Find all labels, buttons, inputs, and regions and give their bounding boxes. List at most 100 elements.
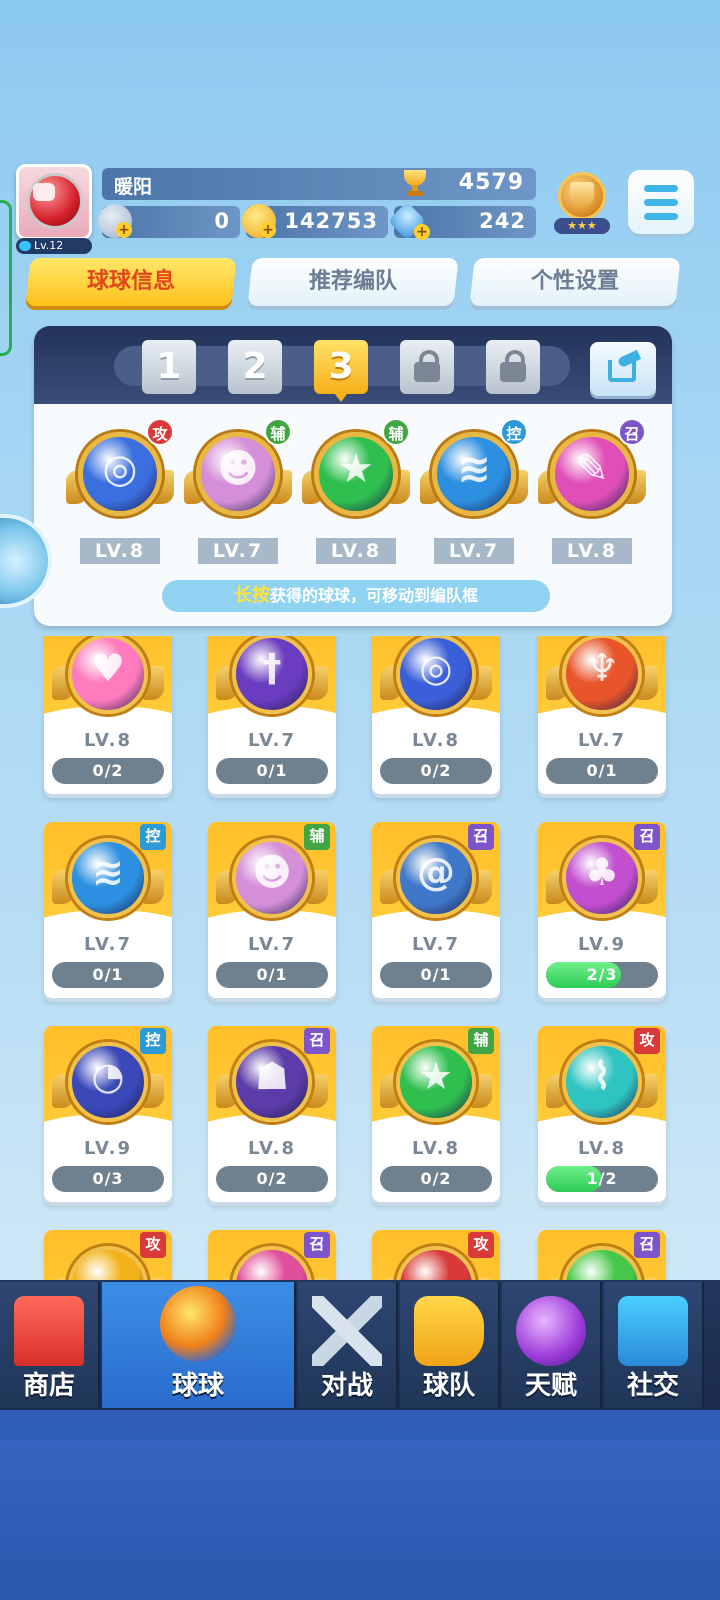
- progress-text: 0/1: [586, 761, 618, 780]
- ball-type-tag: 攻: [468, 1232, 494, 1258]
- tab-personal-settings[interactable]: 个性设置: [469, 258, 681, 306]
- plus-icon: +: [116, 222, 132, 238]
- menu-button[interactable]: [628, 170, 694, 234]
- ball-type-tag: 攻: [140, 1232, 166, 1258]
- ball-type-tag: 辅: [382, 418, 410, 446]
- ball-card[interactable]: ♆ LV.7 0/1: [538, 636, 666, 794]
- ball-card[interactable]: ≋ 控 LV.7 0/1: [44, 822, 172, 998]
- card-level: LV.7: [578, 730, 626, 751]
- ball-card[interactable]: ★ 辅 LV.8 0/2: [372, 1026, 500, 1202]
- long-press-hint: 长按获得的球球，可移动到编队框: [162, 580, 550, 612]
- ball-type-tag: 召: [304, 1028, 330, 1054]
- ball-orb: ◎: [396, 636, 476, 714]
- tab-label: 球球信息: [86, 269, 175, 294]
- share-button[interactable]: [590, 342, 656, 396]
- ball-card[interactable]: 召: [208, 1230, 336, 1280]
- ball-card[interactable]: 攻: [44, 1230, 172, 1280]
- coin-icon: +: [242, 204, 276, 238]
- team-slot-3[interactable]: 3: [314, 340, 368, 402]
- team-slot-2[interactable]: 2: [228, 340, 282, 394]
- ball-type-tag: 控: [140, 824, 166, 850]
- ball-type-tag: 辅: [264, 418, 292, 446]
- nav-label: 球队: [422, 1371, 475, 1401]
- ball-emblem-icon: ☗: [254, 1054, 290, 1098]
- ball-card[interactable]: @ 召 LV.7 0/1: [372, 822, 500, 998]
- avatar-ball: [27, 173, 83, 229]
- team-ball-slot[interactable]: ✎ 召: [538, 418, 648, 532]
- gem-value: 242: [479, 209, 526, 233]
- nav-social[interactable]: 社交: [604, 1282, 704, 1408]
- ball-emblem-icon: ★: [338, 446, 374, 492]
- ball-type-tag: 辅: [468, 1028, 494, 1054]
- progress-text: 1/2: [586, 1169, 618, 1188]
- team-slot-header: 1 2 3: [34, 326, 672, 404]
- ball-orb: ☗: [232, 1042, 312, 1122]
- ball-orb: ≋: [68, 838, 148, 918]
- stamina-counter[interactable]: + 0: [98, 204, 240, 238]
- hint-text: 获得的球球，可移动到编队框: [269, 586, 478, 605]
- team-whistle-icon: [414, 1296, 484, 1366]
- ball-type-tag: 召: [468, 824, 494, 850]
- ball-card[interactable]: 召: [538, 1230, 666, 1280]
- nav-battle[interactable]: 对战: [298, 1282, 398, 1408]
- battle-icon: [312, 1296, 382, 1366]
- team-slot-locked-5[interactable]: [486, 340, 540, 394]
- tab-recommended-team[interactable]: 推荐编队: [247, 258, 459, 306]
- ball-type-tag: 召: [618, 418, 646, 446]
- team-ball-slot[interactable]: ≋ 控: [420, 418, 530, 532]
- ball-orb: ♥: [68, 636, 148, 714]
- progress-text: 0/1: [420, 965, 452, 984]
- ball-emblem-icon: ☻: [217, 446, 259, 492]
- ball-emblem-icon: ♆: [584, 646, 620, 690]
- tab-ball-info[interactable]: 球球信息: [25, 258, 237, 306]
- ball-emblem-icon: [400, 1250, 472, 1280]
- nav-shop[interactable]: 商店: [0, 1282, 100, 1408]
- team-slot-locked-4[interactable]: [400, 340, 454, 394]
- ball-card[interactable]: ⌇ 攻 LV.8 1/2: [538, 1026, 666, 1202]
- coin-counter[interactable]: + 142753: [242, 204, 388, 238]
- team-slot-1[interactable]: 1: [142, 340, 196, 394]
- nav-label: 商店: [22, 1371, 75, 1401]
- ball-type-tag: 攻: [146, 418, 174, 446]
- ball-orb: ✎: [550, 432, 634, 516]
- ball-orb: ◔: [68, 1042, 148, 1122]
- plus-icon: +: [414, 224, 430, 240]
- ball-card[interactable]: ◔ 控 LV.9 0/3: [44, 1026, 172, 1202]
- ball-card[interactable]: ♥ LV.8 0/2: [44, 636, 172, 794]
- nav-team-whistle[interactable]: 球队: [400, 1282, 500, 1408]
- team-ball-slot[interactable]: ☻ 辅: [184, 418, 294, 532]
- ball-card[interactable]: † LV.7 0/1: [208, 636, 336, 794]
- ball-card[interactable]: ☗ 召 LV.8 0/2: [208, 1026, 336, 1202]
- ball-icon: [160, 1286, 236, 1362]
- team-panel: 1 2 3 ◎ 攻 LV.8 ☻ 辅 LV.7 ★ 辅 LV.8 ≋ 控 LV.7 ✎ 召 LV.8 长按获…: [34, 326, 672, 626]
- rank-badge-icon[interactable]: ★★★: [552, 170, 612, 236]
- team-ball-slot[interactable]: ★ 辅: [302, 418, 412, 532]
- ball-orb: ◎: [78, 432, 162, 516]
- ball-type-tag: 控: [500, 418, 528, 446]
- nav-label: 对战: [320, 1371, 373, 1401]
- player-avatar[interactable]: [16, 164, 92, 240]
- ball-card[interactable]: ☻ 辅 LV.7 0/1: [208, 822, 336, 998]
- gem-counter[interactable]: + 242: [387, 201, 536, 241]
- player-name: 暖阳: [114, 176, 153, 198]
- ball-card[interactable]: ♣ 召 LV.9 2/3: [538, 822, 666, 998]
- upgrade-progress-bar: 0/2: [216, 1166, 328, 1192]
- ball-type-tag: 控: [140, 1028, 166, 1054]
- fist-icon: [33, 183, 55, 201]
- nav-ball[interactable]: 球球: [102, 1282, 296, 1408]
- ball-emblem-icon: †: [262, 646, 282, 690]
- nav-talent-planet[interactable]: 天赋: [502, 1282, 602, 1408]
- stamina-value: 0: [214, 209, 230, 233]
- ball-emblem-icon: [566, 1250, 638, 1280]
- ball-type-tag: 攻: [634, 1028, 660, 1054]
- ball-orb: [396, 1246, 476, 1280]
- team-ball-slot[interactable]: ◎ 攻: [66, 418, 176, 532]
- upgrade-progress-bar: 0/2: [52, 758, 164, 784]
- ball-type-tag: 召: [634, 1232, 660, 1258]
- ball-card[interactable]: 攻: [372, 1230, 500, 1280]
- team-ball-level: LV.8: [552, 538, 632, 564]
- ball-orb: [562, 1246, 642, 1280]
- progress-text: 0/2: [420, 761, 452, 780]
- upgrade-progress-bar: 0/2: [380, 1166, 492, 1192]
- ball-card[interactable]: ◎ LV.8 0/2: [372, 636, 500, 794]
